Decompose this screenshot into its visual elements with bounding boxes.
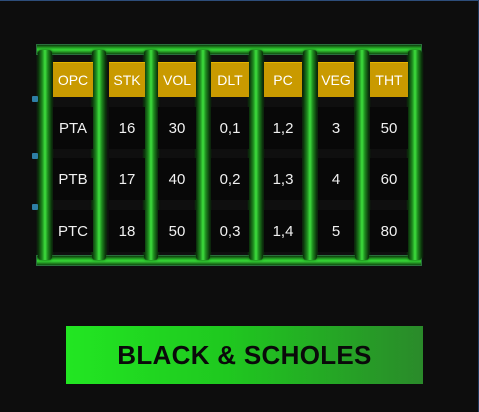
table-cell: 30 bbox=[158, 107, 196, 149]
grid-left-nub-2 bbox=[32, 153, 38, 159]
table-cell: 50 bbox=[370, 107, 408, 149]
table-cell: 5 bbox=[318, 210, 354, 252]
header-cell-tht: THT bbox=[370, 62, 408, 97]
black-scholes-label: BLACK & SCHOLES bbox=[117, 339, 372, 370]
header-cell-veg: VEG bbox=[318, 62, 354, 97]
table-cell: 40 bbox=[158, 158, 196, 200]
options-grid: OPC STK VOL DLT PC VEG THT PTA 16 30 0,1 1,2 3 50 PTB 1… bbox=[32, 44, 422, 266]
grid-pillar-4 bbox=[196, 50, 210, 260]
header-cell-opc: OPC bbox=[53, 62, 93, 97]
grid-pillar-1 bbox=[38, 50, 52, 260]
table-cell: 1,2 bbox=[264, 107, 302, 149]
table-cell: 1,3 bbox=[264, 158, 302, 200]
grid-pillar-6 bbox=[303, 50, 317, 260]
table-cell: 60 bbox=[370, 158, 408, 200]
table-cell: 0,1 bbox=[211, 107, 249, 149]
grid-pillar-2 bbox=[92, 50, 106, 260]
table-cell: 50 bbox=[158, 210, 196, 252]
grid-pillar-8 bbox=[408, 50, 422, 260]
header-cell-vol: VOL bbox=[158, 62, 196, 97]
table-cell: 3 bbox=[318, 107, 354, 149]
grid-pillar-7 bbox=[355, 50, 369, 260]
header-cell-pc: PC bbox=[264, 62, 302, 97]
black-scholes-button[interactable]: BLACK & SCHOLES bbox=[66, 326, 423, 384]
header-cell-dlt: DLT bbox=[211, 62, 249, 97]
grid-pillar-3 bbox=[144, 50, 158, 260]
table-cell: PTA bbox=[53, 107, 93, 149]
table-cell: 1,4 bbox=[264, 210, 302, 252]
table-cell: 17 bbox=[109, 158, 145, 200]
grid-pillar-5 bbox=[249, 50, 263, 260]
table-cell: PTB bbox=[53, 158, 93, 200]
table-cell: 0,3 bbox=[211, 210, 249, 252]
table-cell: 16 bbox=[109, 107, 145, 149]
table-cell: 0,2 bbox=[211, 158, 249, 200]
table-cell: 4 bbox=[318, 158, 354, 200]
header-cell-stk: STK bbox=[109, 62, 145, 97]
grid-left-nub-1 bbox=[32, 96, 38, 102]
table-cell: 18 bbox=[109, 210, 145, 252]
table-cell: PTC bbox=[53, 210, 93, 252]
window-top-border bbox=[0, 0, 479, 1]
grid-left-nub-3 bbox=[32, 204, 38, 210]
table-cell: 80 bbox=[370, 210, 408, 252]
